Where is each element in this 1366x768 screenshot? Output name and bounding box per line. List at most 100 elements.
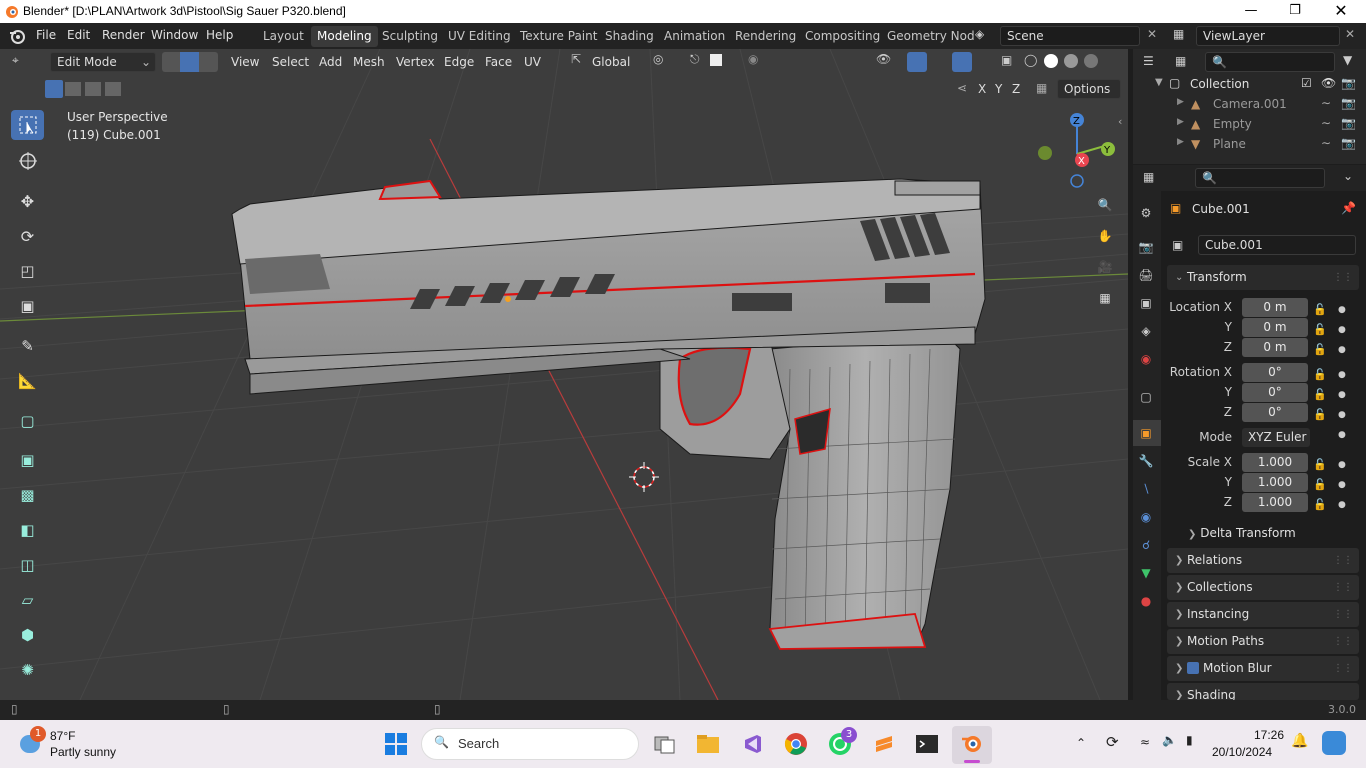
header-menu-add[interactable]: Add	[319, 52, 342, 72]
battery-icon[interactable]: ▮	[1186, 733, 1193, 747]
menu-render[interactable]: Render	[102, 28, 145, 42]
drag-handle-icon[interactable]: ⋮⋮	[1333, 629, 1353, 654]
tool-rotate[interactable]: ⟳	[11, 221, 44, 251]
visual-studio-icon[interactable]	[739, 731, 765, 757]
checkbox-icon[interactable]: ☑	[1301, 76, 1312, 90]
rotation-z-field[interactable]: 0°	[1242, 403, 1308, 422]
tab-compositing[interactable]: Compositing	[799, 26, 886, 47]
menu-help[interactable]: Help	[206, 28, 233, 42]
mirror-y-toggle[interactable]: Y	[995, 82, 1002, 96]
options-dropdown[interactable]: Options	[1057, 79, 1121, 99]
header-menu-select[interactable]: Select	[272, 52, 309, 72]
eye-closed-icon[interactable]: ∼	[1321, 116, 1331, 130]
scale-x-field[interactable]: 1.000	[1242, 453, 1308, 472]
select-subtract-icon[interactable]	[85, 82, 101, 96]
scene-field[interactable]: Scene	[1000, 26, 1140, 46]
drag-handle-icon[interactable]: ⋮⋮	[1333, 575, 1353, 600]
visibility-icon[interactable]: 👁	[876, 52, 891, 66]
3d-cursor-icon[interactable]	[629, 462, 659, 492]
tool-knife[interactable]: ▱	[11, 585, 44, 615]
data-tab-icon[interactable]: ▼	[1137, 564, 1155, 582]
expand-icon[interactable]: ▶	[1177, 97, 1184, 107]
header-menu-view[interactable]: View	[231, 52, 259, 72]
task-view-icon[interactable]	[652, 731, 678, 757]
overlay-toggle-icon[interactable]	[952, 52, 972, 72]
tab-layout[interactable]: Layout	[257, 26, 310, 47]
delta-transform-subpanel[interactable]: ❯ Delta Transform	[1188, 526, 1296, 540]
camera-render-icon[interactable]: 📷	[1341, 116, 1356, 130]
motion-blur-panel[interactable]: ❯ Motion Blur ⋮⋮	[1167, 656, 1359, 681]
minimize-button[interactable]: —	[1228, 0, 1274, 23]
sublime-icon[interactable]	[871, 731, 897, 757]
chrome-icon[interactable]	[783, 731, 809, 757]
output-tab-icon[interactable]: 🖨	[1137, 266, 1155, 284]
mode-select[interactable]: Edit Mode ⌄	[50, 52, 156, 72]
navigation-gizmo[interactable]: Z Y X	[1030, 107, 1120, 192]
eye-closed-icon[interactable]: ∼	[1321, 136, 1331, 150]
3d-viewport[interactable]: ⌖ Edit Mode ⌄ View Select Add Mesh Vertex…	[0, 49, 1128, 700]
copilot-icon[interactable]	[1322, 731, 1346, 755]
render-tab-icon[interactable]: 📷	[1137, 238, 1155, 256]
select-extend-icon[interactable]	[65, 82, 81, 96]
properties-editor-icon[interactable]: ▦	[1143, 170, 1154, 184]
display-mode-icon[interactable]: ▦	[1175, 54, 1186, 68]
ortho-toggle-button[interactable]: ▦	[1093, 286, 1117, 310]
file-explorer-icon[interactable]	[695, 731, 721, 757]
properties-search-input[interactable]: 🔍	[1195, 168, 1325, 188]
proportional-edit-icon[interactable]: ◉	[748, 52, 758, 66]
filter-icon[interactable]: ▼	[1343, 53, 1352, 67]
tab-sculpting[interactable]: Sculpting	[376, 26, 444, 47]
scene-tab-icon[interactable]: ◈	[1137, 322, 1155, 340]
modifier-tab-icon[interactable]: 🔧	[1137, 452, 1155, 470]
scene-icon[interactable]: ◈	[975, 27, 984, 41]
tool-transform[interactable]: ▣	[11, 291, 44, 321]
camera-view-button[interactable]: 🎥	[1093, 255, 1117, 279]
editor-type-icon[interactable]: ⌖	[12, 53, 19, 68]
snap-target-icon[interactable]	[710, 54, 722, 66]
camera-render-icon[interactable]: 📷	[1341, 96, 1356, 110]
auto-merge-icon[interactable]: ▦	[1036, 81, 1047, 95]
header-menu-face[interactable]: Face	[485, 52, 512, 72]
mirror-x-toggle[interactable]: X	[978, 82, 986, 96]
view-layer-icon[interactable]: ▦	[1173, 27, 1184, 41]
outliner-row[interactable]: ▶ ▼ Plane ∼ 📷	[1133, 135, 1366, 155]
outliner-row[interactable]: ▼ ▢ Collection ☑ 👁 📷	[1133, 75, 1366, 95]
camera-render-icon[interactable]: 📷	[1341, 136, 1356, 150]
rendered-shading-icon[interactable]	[1084, 54, 1098, 68]
rotation-y-field[interactable]: 0°	[1242, 383, 1308, 402]
physics-tab-icon[interactable]: ◉	[1137, 508, 1155, 526]
header-menu-edge[interactable]: Edge	[444, 52, 474, 72]
tool-poly-build[interactable]: ⬢	[11, 620, 44, 650]
tab-shading[interactable]: Shading	[599, 26, 660, 47]
instancing-panel[interactable]: ❯ Instancing ⋮⋮	[1167, 602, 1359, 627]
chevron-down-icon[interactable]: ⌄	[1343, 169, 1353, 183]
tool-annotate[interactable]: ✎	[11, 331, 44, 361]
start-button[interactable]	[383, 731, 409, 757]
header-menu-uv[interactable]: UV	[524, 52, 541, 72]
viewport-scene[interactable]	[0, 49, 1128, 700]
gizmo-toggle-icon[interactable]	[907, 52, 927, 72]
view-layer-field[interactable]: ViewLayer	[1196, 26, 1340, 46]
pin-icon[interactable]: 📌	[1341, 201, 1356, 215]
outliner-editor-icon[interactable]: ☰	[1143, 54, 1154, 68]
transform-panel-header[interactable]: ⌄ Transform ⋮⋮	[1167, 265, 1359, 290]
object-tab-icon[interactable]: ▣	[1137, 424, 1155, 442]
weather-widget[interactable]: 1	[18, 726, 46, 757]
tab-geometry-nodes[interactable]: Geometry Nod	[881, 26, 981, 47]
shading-panel[interactable]: ❯ Shading	[1167, 683, 1359, 700]
taskbar-time[interactable]: 17:26	[1224, 728, 1284, 742]
tool-extrude[interactable]: ▣	[11, 445, 44, 475]
taskbar-search-box[interactable]: 🔍 Search	[421, 728, 639, 760]
collections-panel[interactable]: ❯ Collections ⋮⋮	[1167, 575, 1359, 600]
eye-closed-icon[interactable]: ∼	[1321, 96, 1331, 110]
taskbar-date[interactable]: 20/10/2024	[1212, 745, 1272, 759]
relations-panel[interactable]: ❯ Relations ⋮⋮	[1167, 548, 1359, 573]
maximize-button[interactable]: ❐	[1272, 0, 1318, 23]
scene-remove-icon[interactable]: ✕	[1147, 27, 1157, 41]
snap-icon[interactable]: ⎋	[690, 52, 700, 67]
object-name-field[interactable]: Cube.001	[1198, 235, 1356, 255]
sync-icon[interactable]: ⟳	[1106, 733, 1119, 751]
material-shading-icon[interactable]	[1064, 54, 1078, 68]
header-menu-vertex[interactable]: Vertex	[396, 52, 435, 72]
edge-select-mode-icon[interactable]	[180, 52, 199, 72]
